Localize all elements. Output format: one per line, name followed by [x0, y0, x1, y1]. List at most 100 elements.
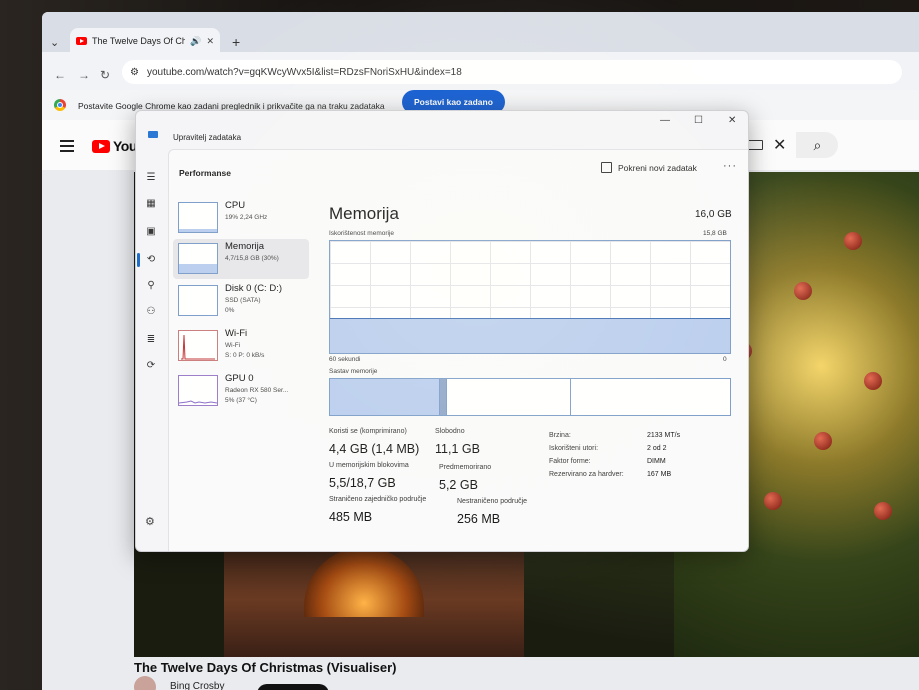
resource-name: Wi-Fi [225, 328, 248, 339]
committed-value: 5,5/18,7 GB [329, 476, 396, 490]
memory-composition-bar [329, 378, 731, 416]
close-window-icon[interactable]: ✕ [728, 115, 736, 126]
memory-total: 16,0 GB [695, 209, 732, 220]
memory-usage-fill [330, 318, 730, 353]
settings-icon[interactable]: ⚙ [145, 515, 155, 528]
hamburger-menu-icon[interactable]: ☰ [144, 171, 158, 185]
details-icon[interactable]: ≣ [144, 333, 158, 347]
maximize-icon[interactable]: ☐ [694, 115, 703, 126]
users-icon[interactable]: ⚇ [144, 305, 158, 319]
paged-pool-value: 485 MB [329, 510, 373, 524]
tab-strip: ⌄ The Twelve Days Of Christmas 🔊 ✕ + [42, 12, 919, 54]
channel-name[interactable]: Bing Crosby [170, 681, 224, 690]
audio-icon[interactable]: 🔊 [190, 36, 201, 47]
reload-icon[interactable]: ↻ [100, 68, 110, 82]
paged-pool-label: Straničeno zajedničko područje [329, 496, 427, 503]
resource-gpu[interactable]: GPU 0 Radeon RX 580 Ser... 5% (37 °C) [173, 371, 309, 411]
chrome-logo-icon [54, 99, 66, 111]
channel-avatar[interactable] [134, 676, 156, 690]
resource-detail: Radeon RX 580 Ser... [225, 387, 289, 394]
usage-label: Iskorištenost memorije [329, 230, 395, 237]
composition-label: Sastav memorije [329, 368, 378, 375]
composition-free [571, 379, 730, 415]
memory-usage-graph [329, 240, 731, 354]
slots-value: 2 od 2 [647, 445, 667, 452]
run-task-icon [601, 162, 612, 173]
available-label: Slobodno [435, 428, 465, 435]
search-controls: ✕ ⌕ [747, 132, 917, 158]
site-info-icon[interactable]: ⚙ [130, 67, 139, 78]
task-manager-window: Upravitelj zadataka — ☐ ✕ ☰ ▦ ▣ ⟲ ⚲ ⚇ ≣ … [135, 110, 749, 552]
usage-max: 15,8 GB [703, 230, 727, 237]
nonpaged-pool-label: Nestraničeno područje [457, 498, 528, 505]
forward-icon[interactable]: → [78, 68, 90, 82]
resource-detail: 4,7/15,8 GB (30%) [225, 255, 279, 262]
form-factor-value: DIMM [647, 458, 666, 465]
more-options-icon[interactable]: ··· [723, 160, 737, 172]
title-bar[interactable]: Upravitelj zadataka — ☐ ✕ [136, 111, 748, 145]
nonpaged-pool-value: 256 MB [457, 512, 501, 526]
gpu-line [179, 400, 217, 404]
startup-apps-icon[interactable]: ⚲ [144, 279, 158, 293]
cached-value: 5,2 GB [439, 478, 478, 492]
window-title: Upravitelj zadataka [173, 133, 242, 142]
reserved-label: Rezervirano za hardver: [549, 471, 624, 478]
resource-name: Disk 0 (C: D:) [225, 283, 282, 294]
run-new-task-button[interactable]: Pokreni novi zadatak [601, 162, 697, 173]
wifi-spike [181, 334, 215, 360]
resource-name: CPU [225, 200, 246, 211]
resource-wifi[interactable]: Wi-Fi Wi-Fi S: 0 P: 0 kB/s [173, 326, 309, 366]
composition-standby [447, 379, 571, 415]
memory-thumbnail [178, 243, 218, 274]
memory-heading: Memorija [329, 204, 399, 223]
resource-detail-2: S: 0 P: 0 kB/s [225, 352, 265, 359]
app-history-icon[interactable]: ⟲ [144, 253, 158, 267]
processes-icon[interactable]: ▦ [144, 197, 158, 211]
resource-cpu[interactable]: CPU 19% 2,24 GHz [173, 198, 309, 238]
graph-time-right: 0 [723, 356, 727, 363]
reserved-value: 167 MB [647, 471, 672, 478]
graph-time-left: 60 sekundi [329, 356, 361, 363]
gpu-thumbnail [178, 375, 218, 406]
url-text: youtube.com/watch?v=gqKWcyWvx5I&list=RDz… [146, 66, 462, 78]
address-bar[interactable]: ⚙ youtube.com/watch?v=gqKWcyWvx5I&list=R… [122, 60, 902, 84]
page-title: Performanse [179, 168, 231, 178]
disk-thumbnail [178, 285, 218, 316]
performance-icon[interactable]: ▣ [144, 225, 158, 239]
speed-label: Brzina: [549, 432, 571, 439]
form-factor-label: Faktor forme: [549, 458, 591, 465]
active-indicator [137, 253, 140, 267]
keyboard-icon[interactable] [747, 140, 763, 150]
resource-detail: 19% 2,24 GHz [225, 214, 268, 221]
minimize-icon[interactable]: — [660, 115, 670, 126]
tab-title: The Twelve Days Of Christmas [92, 36, 186, 46]
available-value: 11,1 GB [435, 442, 480, 456]
committed-label: U memorijskim blokovima [329, 462, 409, 469]
search-icon: ⌕ [813, 136, 822, 153]
menu-icon[interactable] [60, 140, 74, 155]
services-icon[interactable]: ⟳ [144, 359, 158, 373]
youtube-favicon-icon [76, 37, 87, 45]
resource-disk[interactable]: Disk 0 (C: D:) SSD (SATA) 0% [173, 281, 309, 321]
resource-name: GPU 0 [225, 373, 254, 384]
resource-detail-2: 0% [225, 307, 235, 314]
clear-search-icon[interactable]: ✕ [773, 135, 786, 155]
search-button[interactable]: ⌕ [796, 132, 839, 158]
in-use-value: 4,4 GB (1,4 MB) [329, 442, 420, 456]
wifi-thumbnail [178, 330, 218, 361]
close-tab-icon[interactable]: ✕ [206, 36, 214, 47]
resource-memory[interactable]: Memorija 4,7/15,8 GB (30%) [173, 239, 309, 279]
resource-detail: SSD (SATA) [225, 297, 261, 304]
browser-tab[interactable]: The Twelve Days Of Christmas 🔊 ✕ [70, 28, 220, 54]
browser-toolbar: ← → ↻ ⚙ youtube.com/watch?v=gqKWcyWvx5I&… [42, 52, 919, 90]
resource-detail-2: 5% (37 °C) [225, 397, 257, 404]
back-icon[interactable]: ← [54, 68, 66, 82]
composition-modified [440, 379, 447, 415]
new-tab-icon[interactable]: + [232, 34, 240, 50]
tab-search-chevron-icon[interactable]: ⌄ [50, 36, 59, 49]
subscribe-button[interactable] [257, 684, 329, 690]
nav-rail: ☰ ▦ ▣ ⟲ ⚲ ⚇ ≣ ⟳ [136, 145, 168, 551]
performance-panel: Performanse Pokreni novi zadatak ··· CPU… [168, 149, 748, 551]
run-task-label: Pokreni novi zadatak [618, 162, 697, 173]
resource-name: Memorija [225, 241, 265, 252]
